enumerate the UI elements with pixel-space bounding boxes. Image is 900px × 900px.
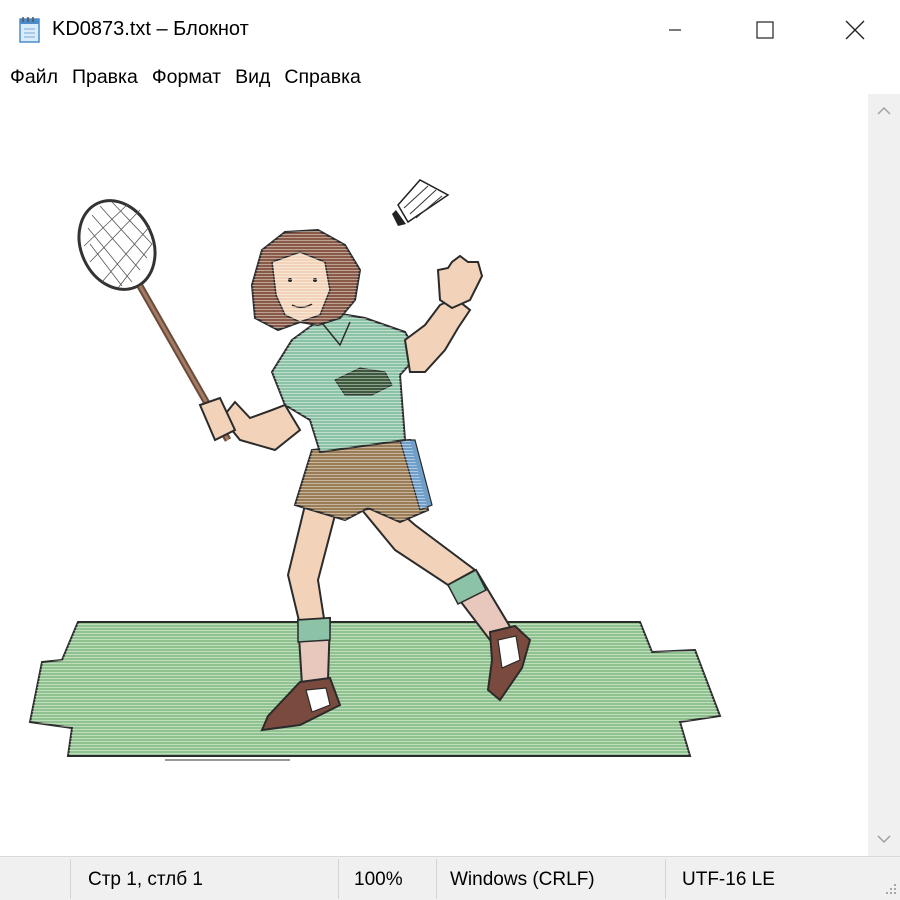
scroll-down-button[interactable] — [868, 822, 900, 856]
status-bar: Стр 1, стлб 1 100% Windows (CRLF) UTF-16… — [0, 856, 900, 900]
cursor-position: Стр 1, стлб 1 — [88, 869, 203, 890]
menu-edit[interactable]: Правка — [65, 62, 145, 92]
chevron-up-icon — [877, 106, 891, 115]
maximize-icon — [756, 21, 774, 39]
line-endings: Windows (CRLF) — [450, 869, 595, 890]
minimize-icon — [669, 29, 681, 31]
chevron-down-icon — [877, 835, 891, 844]
racket — [77, 199, 232, 442]
minimize-button[interactable] — [630, 0, 720, 60]
close-icon — [845, 20, 865, 40]
menu-file[interactable]: Файл — [3, 62, 65, 92]
scroll-up-button[interactable] — [868, 94, 900, 128]
head — [250, 228, 362, 332]
shuttlecock — [392, 179, 450, 226]
menu-format[interactable]: Формат — [145, 62, 228, 92]
encoding: UTF-16 LE — [682, 869, 775, 890]
close-button[interactable] — [810, 0, 900, 60]
maximize-button[interactable] — [720, 0, 810, 60]
badminton-player-icon — [28, 179, 722, 761]
shorts — [293, 438, 433, 524]
court-floor — [28, 621, 722, 761]
status-separator — [70, 859, 71, 899]
status-separator — [436, 859, 437, 899]
vertical-scrollbar[interactable] — [868, 94, 900, 856]
window-title: KD0873.txt – Блокнот — [52, 18, 249, 40]
resize-grip-icon[interactable] — [880, 880, 898, 898]
notepad-icon — [17, 16, 43, 44]
zoom-level: 100% — [354, 869, 403, 890]
menu-bar: Файл Правка Формат Вид Справка — [0, 60, 900, 94]
text-editor-area[interactable] — [0, 94, 868, 856]
status-separator — [338, 859, 339, 899]
title-bar[interactable]: KD0873.txt – Блокнот — [0, 0, 900, 60]
menu-view[interactable]: Вид — [228, 62, 277, 92]
menu-help[interactable]: Справка — [277, 62, 368, 92]
status-separator — [665, 859, 666, 899]
